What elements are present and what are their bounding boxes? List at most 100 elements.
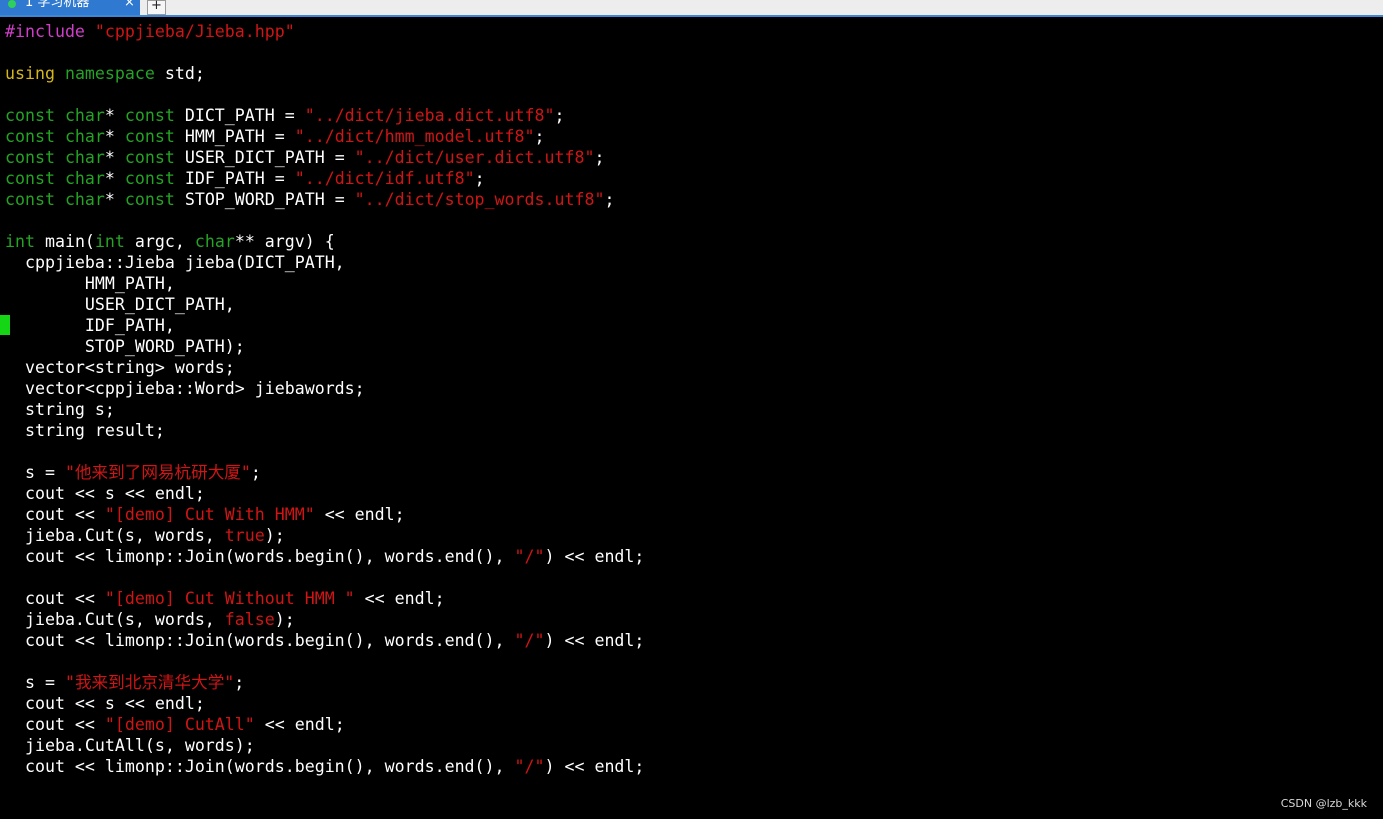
code-line[interactable]: cout << "[demo] Cut Without HMM " << end…	[5, 588, 1375, 609]
code-line[interactable]	[5, 441, 1375, 462]
code-editor[interactable]: #include "cppjieba/Jieba.hpp" using name…	[5, 21, 1375, 791]
code-token: cout <<	[5, 589, 105, 608]
code-token: string result;	[5, 421, 165, 440]
text-cursor	[0, 315, 10, 335]
code-token: "/"	[514, 757, 545, 776]
code-line[interactable]: cout << s << endl;	[5, 693, 1375, 714]
code-line[interactable]: using namespace std;	[5, 63, 1375, 84]
code-token: char	[194, 232, 235, 251]
code-line[interactable]	[5, 42, 1375, 63]
code-token: ;	[594, 148, 605, 167]
tab-session[interactable]: 1 学习机器 ×	[0, 0, 140, 15]
code-token: jieba.Cut(s, words,	[5, 526, 225, 545]
code-token: std;	[154, 64, 205, 83]
code-token: HMM_PATH =	[174, 127, 295, 146]
code-line[interactable]: string result;	[5, 420, 1375, 441]
code-token: << endl;	[254, 715, 345, 734]
code-line[interactable]: s = "我来到北京清华大学";	[5, 672, 1375, 693]
code-line[interactable]	[5, 84, 1375, 105]
code-token: using	[5, 64, 55, 83]
code-token: cout <<	[5, 505, 105, 524]
code-line[interactable]: int main(int argc, char** argv) {	[5, 231, 1375, 252]
code-line[interactable]	[5, 210, 1375, 231]
code-line[interactable]: cout << limonp::Join(words.begin(), word…	[5, 630, 1375, 651]
code-token: STOP_WORD_PATH =	[174, 190, 355, 209]
code-token: "/"	[514, 547, 545, 566]
code-token: const	[124, 169, 175, 188]
code-line[interactable]	[5, 651, 1375, 672]
code-token: ;	[234, 673, 245, 692]
code-block[interactable]: #include "cppjieba/Jieba.hpp" using name…	[5, 21, 1375, 777]
code-token: "/"	[514, 631, 545, 650]
code-line[interactable]: cout << limonp::Join(words.begin(), word…	[5, 546, 1375, 567]
code-token: const char	[5, 127, 105, 146]
code-line[interactable]: s = "他来到了网易杭研大厦";	[5, 462, 1375, 483]
code-token: "../dict/hmm_model.utf8"	[294, 127, 535, 146]
code-token: ;	[554, 106, 565, 125]
code-token: "../dict/user.dict.utf8"	[354, 148, 595, 167]
code-line[interactable]: string s;	[5, 399, 1375, 420]
code-token: *	[104, 169, 125, 188]
code-line[interactable]: cout << "[demo] Cut With HMM" << endl;	[5, 504, 1375, 525]
code-token: namespace	[64, 64, 155, 83]
code-token: "[demo] Cut Without HMM "	[104, 589, 355, 608]
code-token: const char	[5, 190, 105, 209]
code-token: IDF_PATH =	[174, 169, 295, 188]
code-line[interactable]: USER_DICT_PATH,	[5, 294, 1375, 315]
code-token: #include	[5, 22, 95, 41]
code-line[interactable]: cout << "[demo] CutAll" << endl;	[5, 714, 1375, 735]
code-token: );	[274, 610, 295, 629]
code-token: true	[224, 526, 265, 545]
code-token: const	[124, 190, 175, 209]
code-line[interactable]: #include "cppjieba/Jieba.hpp"	[5, 21, 1375, 42]
code-line[interactable]: jieba.CutAll(s, words);	[5, 735, 1375, 756]
status-dot-icon	[8, 0, 16, 8]
code-token: int	[94, 232, 125, 251]
code-token: s =	[5, 463, 65, 482]
code-token: USER_DICT_PATH =	[174, 148, 355, 167]
code-token: USER_DICT_PATH,	[5, 295, 235, 314]
code-token: "他来到了网易杭研大厦"	[64, 463, 251, 482]
code-token: *	[104, 190, 125, 209]
code-token: *	[104, 106, 125, 125]
code-token: s =	[5, 673, 65, 692]
code-line[interactable]: jieba.Cut(s, words, false);	[5, 609, 1375, 630]
code-line[interactable]: const char* const USER_DICT_PATH = "../d…	[5, 147, 1375, 168]
code-token: const	[124, 106, 175, 125]
code-line[interactable]: IDF_PATH,	[5, 315, 1375, 336]
code-token: string s;	[5, 400, 115, 419]
watermark: CSDN @lzb_kkk	[1280, 797, 1367, 810]
code-token: IDF_PATH,	[5, 316, 175, 335]
code-line[interactable]: jieba.Cut(s, words, true);	[5, 525, 1375, 546]
code-token: cout << limonp::Join(words.begin(), word…	[5, 547, 515, 566]
code-token: main(	[34, 232, 95, 251]
code-line[interactable]: HMM_PATH,	[5, 273, 1375, 294]
code-line[interactable]: cppjieba::Jieba jieba(DICT_PATH,	[5, 252, 1375, 273]
code-line[interactable]: vector<string> words;	[5, 357, 1375, 378]
code-token: const char	[5, 106, 105, 125]
code-line[interactable]	[5, 567, 1375, 588]
code-token: << endl;	[354, 589, 445, 608]
tab-bar: 1 学习机器 × +	[0, 0, 1383, 17]
code-token: << endl;	[314, 505, 405, 524]
code-line[interactable]: STOP_WORD_PATH);	[5, 336, 1375, 357]
code-token: jieba.Cut(s, words,	[5, 610, 225, 629]
code-line[interactable]: const char* const IDF_PATH = "../dict/id…	[5, 168, 1375, 189]
code-line[interactable]: const char* const STOP_WORD_PATH = "../d…	[5, 189, 1375, 210]
code-token: ;	[250, 463, 261, 482]
tab-label: 1 学习机器	[25, 0, 90, 10]
code-line[interactable]: const char* const HMM_PATH = "../dict/hm…	[5, 126, 1375, 147]
code-token: const char	[5, 169, 105, 188]
close-icon[interactable]: ×	[124, 0, 135, 9]
code-token: );	[264, 526, 285, 545]
code-token: cppjieba::Jieba jieba(DICT_PATH,	[5, 253, 345, 272]
code-line[interactable]: cout << s << endl;	[5, 483, 1375, 504]
code-line[interactable]: vector<cppjieba::Word> jiebawords;	[5, 378, 1375, 399]
code-token: "../dict/jieba.dict.utf8"	[304, 106, 555, 125]
code-token: "[demo] Cut With HMM"	[104, 505, 315, 524]
code-line[interactable]: cout << limonp::Join(words.begin(), word…	[5, 756, 1375, 777]
new-tab-button[interactable]: +	[147, 0, 166, 15]
code-token: cout <<	[5, 715, 105, 734]
code-line[interactable]: const char* const DICT_PATH = "../dict/j…	[5, 105, 1375, 126]
code-token: ** argv) {	[234, 232, 335, 251]
